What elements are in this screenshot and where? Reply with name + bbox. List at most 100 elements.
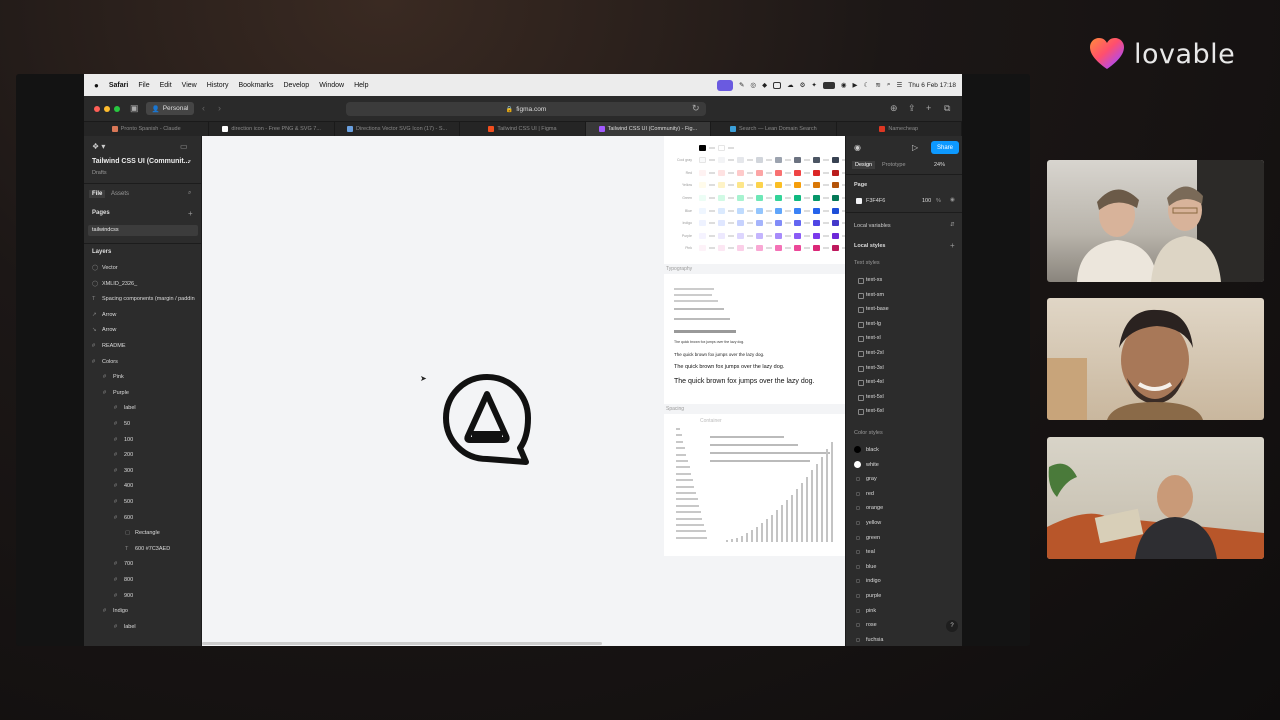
palette-swatch[interactable] — [718, 169, 725, 176]
menu-help[interactable]: Help — [354, 82, 368, 89]
layer-item[interactable]: ↗ Arrow — [92, 312, 116, 318]
palette-swatch[interactable] — [756, 232, 763, 239]
menubar-clock[interactable]: Thu 6 Feb 17:18 — [908, 82, 956, 89]
minimize-window-button[interactable] — [104, 106, 110, 112]
color-style-item[interactable]: black — [854, 446, 879, 453]
palette-swatch[interactable] — [699, 182, 706, 189]
palette-swatch[interactable] — [813, 232, 820, 239]
layer-item[interactable]: #100 — [114, 437, 133, 443]
address-bar[interactable]: 🔒 figma.com — [346, 102, 706, 116]
layer-item[interactable]: # label — [114, 624, 136, 630]
palette-swatch[interactable] — [775, 169, 782, 176]
download-icon[interactable]: ⊕ — [890, 103, 898, 114]
palette-swatch[interactable] — [699, 194, 706, 201]
search-icon[interactable]: ⌕ — [887, 81, 891, 89]
layer-item[interactable]: # Indigo — [103, 608, 128, 614]
text-style-item[interactable]: text-xl — [858, 335, 881, 343]
palette-swatch[interactable] — [756, 182, 763, 189]
tab-prototype[interactable]: Prototype — [882, 162, 906, 168]
palette-swatch[interactable] — [756, 207, 763, 214]
palette-swatch[interactable] — [832, 207, 839, 214]
eye-icon[interactable]: ◉ — [950, 197, 955, 203]
palette-swatch[interactable] — [737, 169, 744, 176]
variables-icon[interactable]: ⇵ — [950, 222, 955, 228]
palette-swatch[interactable] — [699, 207, 706, 214]
menu-window[interactable]: Window — [319, 82, 344, 89]
color-style-item[interactable]: indigo — [856, 578, 881, 584]
menu-history[interactable]: History — [207, 82, 229, 89]
panel-toggle-icon[interactable]: ▭ — [180, 142, 188, 151]
record-icon[interactable]: ◉ — [841, 81, 847, 89]
pen-icon[interactable]: ✎ — [739, 81, 744, 89]
palette-swatch[interactable] — [699, 232, 706, 239]
text-style-item[interactable]: text-sm — [857, 292, 884, 299]
battery-icon[interactable] — [822, 81, 835, 89]
palette-swatch[interactable] — [718, 220, 725, 227]
layer-item[interactable]: # Pink — [103, 374, 124, 380]
page-color-swatch[interactable] — [856, 198, 862, 204]
colors-frame[interactable]: Cool gray Red Yellow Green Blue Indigo Purple P… — [664, 136, 848, 264]
tab-file[interactable]: File — [89, 190, 106, 198]
layer-item[interactable]: # README — [92, 343, 126, 349]
palette-swatch[interactable] — [794, 245, 801, 252]
palette-swatch[interactable] — [756, 157, 763, 164]
color-style-item[interactable]: pink — [856, 608, 876, 614]
typography-frame-label[interactable]: Typography — [666, 266, 692, 272]
palette-swatch[interactable] — [775, 220, 782, 227]
layer-item[interactable]: #50 — [114, 421, 130, 427]
layer-item[interactable]: #900 — [114, 593, 133, 599]
text-style-item[interactable]: text-3xl — [858, 365, 884, 372]
palette-swatch[interactable] — [718, 157, 725, 164]
typography-frame[interactable]: The quick brown fox jumps over the lazy … — [664, 274, 845, 404]
palette-swatch[interactable] — [775, 157, 782, 164]
tab-tailwind-community[interactable]: Tailwind CSS UI (Community) - Fig... — [585, 122, 712, 136]
color-style-item[interactable]: rose — [856, 622, 877, 628]
layer-item[interactable]: #400 — [114, 483, 133, 489]
cloud-icon[interactable]: ☁ — [787, 81, 794, 89]
menu-view[interactable]: View — [182, 82, 197, 89]
palette-swatch[interactable] — [832, 232, 839, 239]
tab-lean-domain-search[interactable]: Search — Lean Domain Search — [711, 122, 837, 136]
palette-swatch[interactable] — [813, 182, 820, 189]
forward-icon[interactable]: › — [218, 103, 221, 113]
palette-swatch[interactable] — [737, 232, 744, 239]
reload-icon[interactable]: ↻ — [692, 103, 700, 114]
spacing-frame[interactable]: Container — [664, 414, 845, 556]
palette-swatch[interactable] — [813, 169, 820, 176]
palette-swatch[interactable] — [794, 169, 801, 176]
palette-swatch[interactable] — [813, 220, 820, 227]
text-style-item[interactable]: text-xs — [857, 277, 882, 284]
palette-swatch[interactable] — [794, 182, 801, 189]
color-style-item[interactable]: gray — [856, 476, 877, 482]
figma-canvas[interactable]: ➤ Cool gray Red Yellow Green Blue Indigo Purpl… — [202, 136, 848, 646]
menu-develop[interactable]: Develop — [284, 82, 310, 89]
figma-menu-icon[interactable]: ❖ ▾ — [92, 142, 105, 151]
palette-swatch[interactable] — [775, 207, 782, 214]
text-style-item[interactable]: text-6xl — [858, 408, 884, 416]
menu-bookmarks[interactable]: Bookmarks — [238, 82, 273, 89]
layer-item[interactable]: T Spacing components (margin / paddin — [92, 296, 195, 302]
layer-item[interactable]: # Colors — [92, 359, 118, 365]
avatar[interactable]: ◉ — [854, 143, 861, 152]
layer-item[interactable]: #200 — [114, 452, 133, 458]
menu-safari[interactable]: Safari — [109, 82, 128, 89]
video-tile-participant-2[interactable] — [1047, 298, 1264, 420]
page-opacity-value[interactable]: 100 — [922, 198, 931, 204]
palette-swatch[interactable] — [775, 182, 782, 189]
tab-claude[interactable]: Pronto Spanish - Claude — [84, 122, 210, 136]
directions-logo-vector[interactable] — [442, 374, 532, 466]
add-page-icon[interactable]: + — [188, 209, 193, 218]
palette-swatch[interactable] — [832, 194, 839, 201]
share-icon[interactable]: ⇪ — [908, 103, 916, 114]
wifi-icon[interactable]: ≋ — [875, 81, 880, 89]
palette-swatch[interactable] — [737, 245, 744, 252]
palette-swatch[interactable] — [756, 169, 763, 176]
text-style-item[interactable]: text-lg — [858, 321, 881, 328]
palette-swatch[interactable] — [718, 194, 725, 201]
palette-swatch[interactable] — [718, 182, 725, 189]
profile-button[interactable]: 👤 Personal — [146, 102, 194, 115]
palette-swatch[interactable] — [737, 207, 744, 214]
palette-swatch[interactable] — [832, 220, 839, 227]
spacing-frame-label[interactable]: Spacing — [666, 406, 684, 412]
palette-swatch[interactable] — [794, 157, 801, 164]
